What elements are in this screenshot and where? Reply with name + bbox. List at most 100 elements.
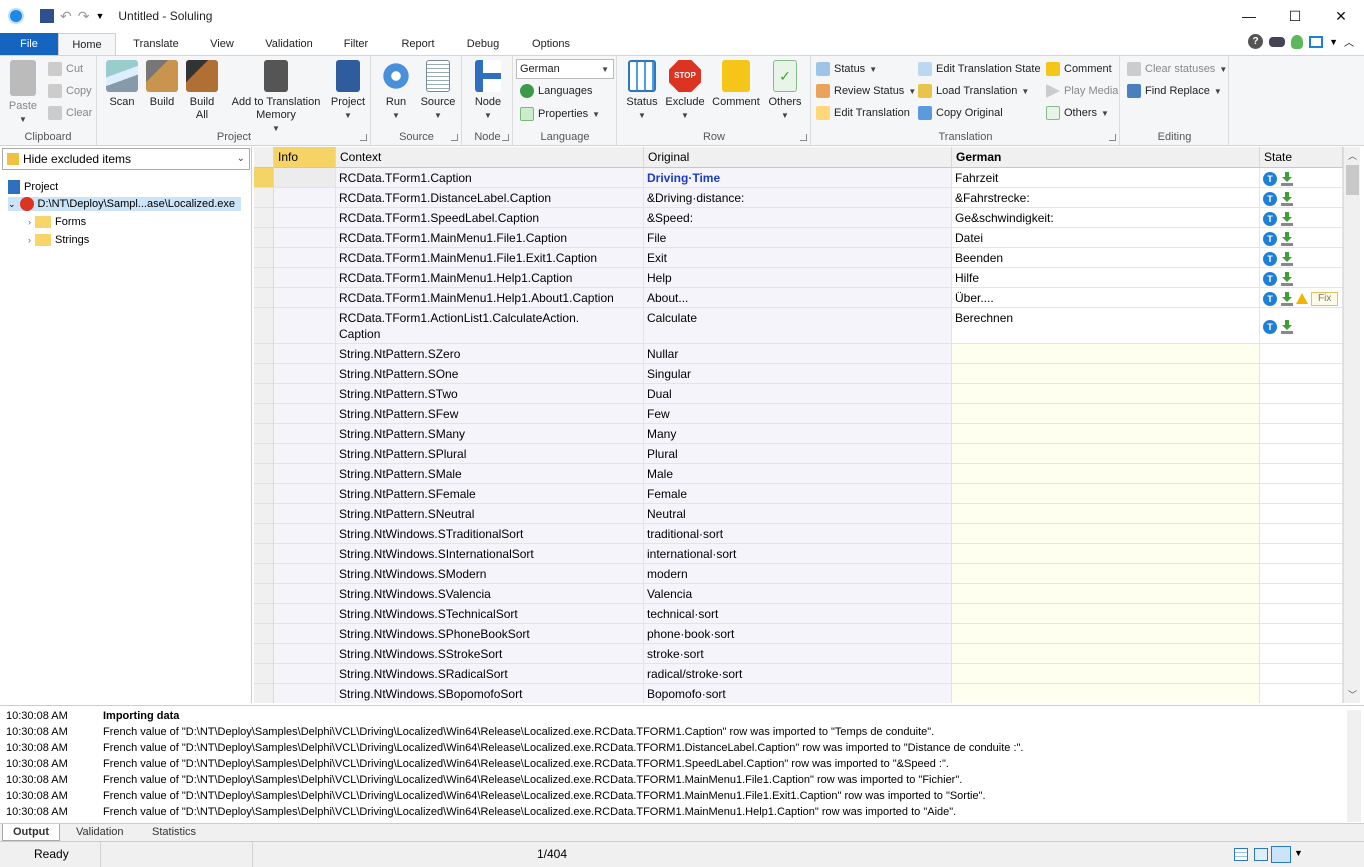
cell-german[interactable] (952, 404, 1260, 424)
tab-filter[interactable]: Filter (330, 33, 382, 55)
scroll-up-icon[interactable]: ︿ (1344, 149, 1361, 162)
cell-german[interactable] (952, 624, 1260, 644)
save-icon[interactable] (40, 9, 54, 23)
row-selector[interactable] (254, 308, 274, 344)
row-selector[interactable] (254, 404, 274, 424)
paste-button[interactable]: Paste ▼ (6, 60, 40, 126)
row-comment-button[interactable]: Comment (710, 60, 762, 109)
select-all-corner[interactable] (254, 147, 274, 168)
languages-button[interactable]: Languages (520, 84, 592, 98)
undo-icon[interactable]: ↶ (60, 8, 72, 25)
cell-german[interactable] (952, 544, 1260, 564)
cell-german[interactable] (952, 464, 1260, 484)
cell-german[interactable] (952, 344, 1260, 364)
row-selector[interactable] (254, 644, 274, 664)
help-icon[interactable]: ? (1248, 34, 1264, 49)
row-selector[interactable] (254, 188, 274, 208)
row-launcher-icon[interactable] (800, 134, 807, 141)
row-status-button[interactable]: Status ▼ (622, 60, 662, 122)
row-others-button[interactable]: ✓ Others ▼ (764, 60, 806, 122)
fix-button[interactable]: Fix (1311, 291, 1339, 306)
cell-german[interactable] (952, 504, 1260, 524)
tab-validation[interactable]: Validation (248, 33, 330, 55)
row-selector[interactable] (254, 664, 274, 684)
monitor-icon[interactable] (1309, 35, 1324, 48)
run-button[interactable]: Run ▼ (376, 60, 416, 122)
row-selector[interactable] (254, 288, 274, 308)
add-to-tm-button[interactable]: Add to Translation Memory ▼ (226, 60, 326, 135)
row-selector[interactable] (254, 208, 274, 228)
output-scrollbar[interactable] (1347, 710, 1361, 822)
view-form-icon[interactable] (1254, 848, 1268, 861)
row-selector[interactable] (254, 504, 274, 524)
row-selector[interactable] (254, 424, 274, 444)
tab-options[interactable]: Options (512, 33, 590, 55)
project-button[interactable]: Project ▼ (328, 60, 368, 122)
scroll-thumb[interactable] (1346, 165, 1359, 195)
row-selector[interactable] (254, 584, 274, 604)
row-selector[interactable] (254, 604, 274, 624)
view-grid-icon[interactable] (1234, 848, 1248, 861)
source-launcher-icon[interactable] (451, 134, 458, 141)
clear-button[interactable]: Clear (48, 106, 92, 120)
cell-german[interactable] (952, 424, 1260, 444)
cell-german[interactable]: Fahrzeit (952, 168, 1260, 188)
node-launcher-icon[interactable] (502, 134, 509, 141)
cell-german[interactable] (952, 584, 1260, 604)
view-split-icon[interactable] (1271, 846, 1291, 863)
collapse-ribbon-icon[interactable]: ︿ (1344, 34, 1354, 49)
expand-icon[interactable]: › (28, 217, 31, 227)
clear-statuses-button[interactable]: Clear statuses ▼ (1127, 62, 1227, 76)
row-selector[interactable] (254, 624, 274, 644)
status-button[interactable]: Status ▼ (816, 62, 877, 76)
header-original[interactable]: Original (644, 147, 952, 168)
row-selector[interactable] (254, 268, 274, 288)
row-selector[interactable] (254, 344, 274, 364)
cell-german[interactable]: Ge&schwindigkeit: (952, 208, 1260, 228)
header-context[interactable]: Context (336, 147, 644, 168)
row-selector[interactable] (254, 248, 274, 268)
row-selector[interactable] (254, 564, 274, 584)
translation-comment-button[interactable]: Comment (1046, 62, 1112, 76)
edit-state-button[interactable]: Edit Translation State (918, 62, 1041, 76)
binoculars-icon[interactable] (1269, 36, 1286, 47)
row-selector[interactable] (254, 228, 274, 248)
translation-others-button[interactable]: Others ▼ (1046, 106, 1109, 120)
play-media-button[interactable]: Play Media (1046, 84, 1118, 98)
tab-translate[interactable]: Translate (116, 33, 196, 55)
ribbon-options-icon[interactable]: ▼ (1329, 37, 1338, 47)
cell-german[interactable]: Beenden (952, 248, 1260, 268)
load-translation-button[interactable]: Load Translation ▼ (918, 84, 1029, 98)
find-replace-button[interactable]: Find Replace ▼ (1127, 84, 1222, 98)
cell-german[interactable] (952, 564, 1260, 584)
cell-german[interactable]: Über.... (952, 288, 1260, 308)
header-german[interactable]: German (952, 147, 1260, 168)
language-select[interactable]: German ▼ (516, 59, 614, 79)
cell-german[interactable] (952, 644, 1260, 664)
tree-strings[interactable]: › Strings (28, 234, 89, 246)
cell-german[interactable] (952, 444, 1260, 464)
cell-german[interactable] (952, 384, 1260, 404)
close-button[interactable]: ✕ (1318, 0, 1364, 32)
row-selector[interactable] (254, 384, 274, 404)
customize-qat-icon[interactable]: ▼ (95, 11, 104, 21)
cut-button[interactable]: Cut (48, 62, 83, 76)
exclude-button[interactable]: STOP Exclude ▼ (665, 60, 705, 122)
tree-forms[interactable]: › Forms (28, 216, 86, 228)
cell-german[interactable]: Datei (952, 228, 1260, 248)
row-selector[interactable] (254, 544, 274, 564)
tip-icon[interactable] (1291, 34, 1304, 49)
grid-vertical-scrollbar[interactable]: ︿ ﹀ (1343, 147, 1360, 703)
cell-german[interactable]: Hilfe (952, 268, 1260, 288)
expand-icon[interactable]: › (28, 235, 31, 245)
maximize-button[interactable]: ☐ (1272, 0, 1318, 32)
row-selector[interactable] (254, 484, 274, 504)
row-selector[interactable] (254, 684, 274, 703)
translation-launcher-icon[interactable] (1109, 134, 1116, 141)
project-launcher-icon[interactable] (360, 134, 367, 141)
tab-validation-output[interactable]: Validation (66, 824, 134, 841)
view-options-icon[interactable]: ▼ (1294, 848, 1303, 858)
redo-icon[interactable]: ↷ (78, 8, 90, 25)
scan-button[interactable]: Scan (102, 60, 142, 109)
cell-german[interactable] (952, 524, 1260, 544)
